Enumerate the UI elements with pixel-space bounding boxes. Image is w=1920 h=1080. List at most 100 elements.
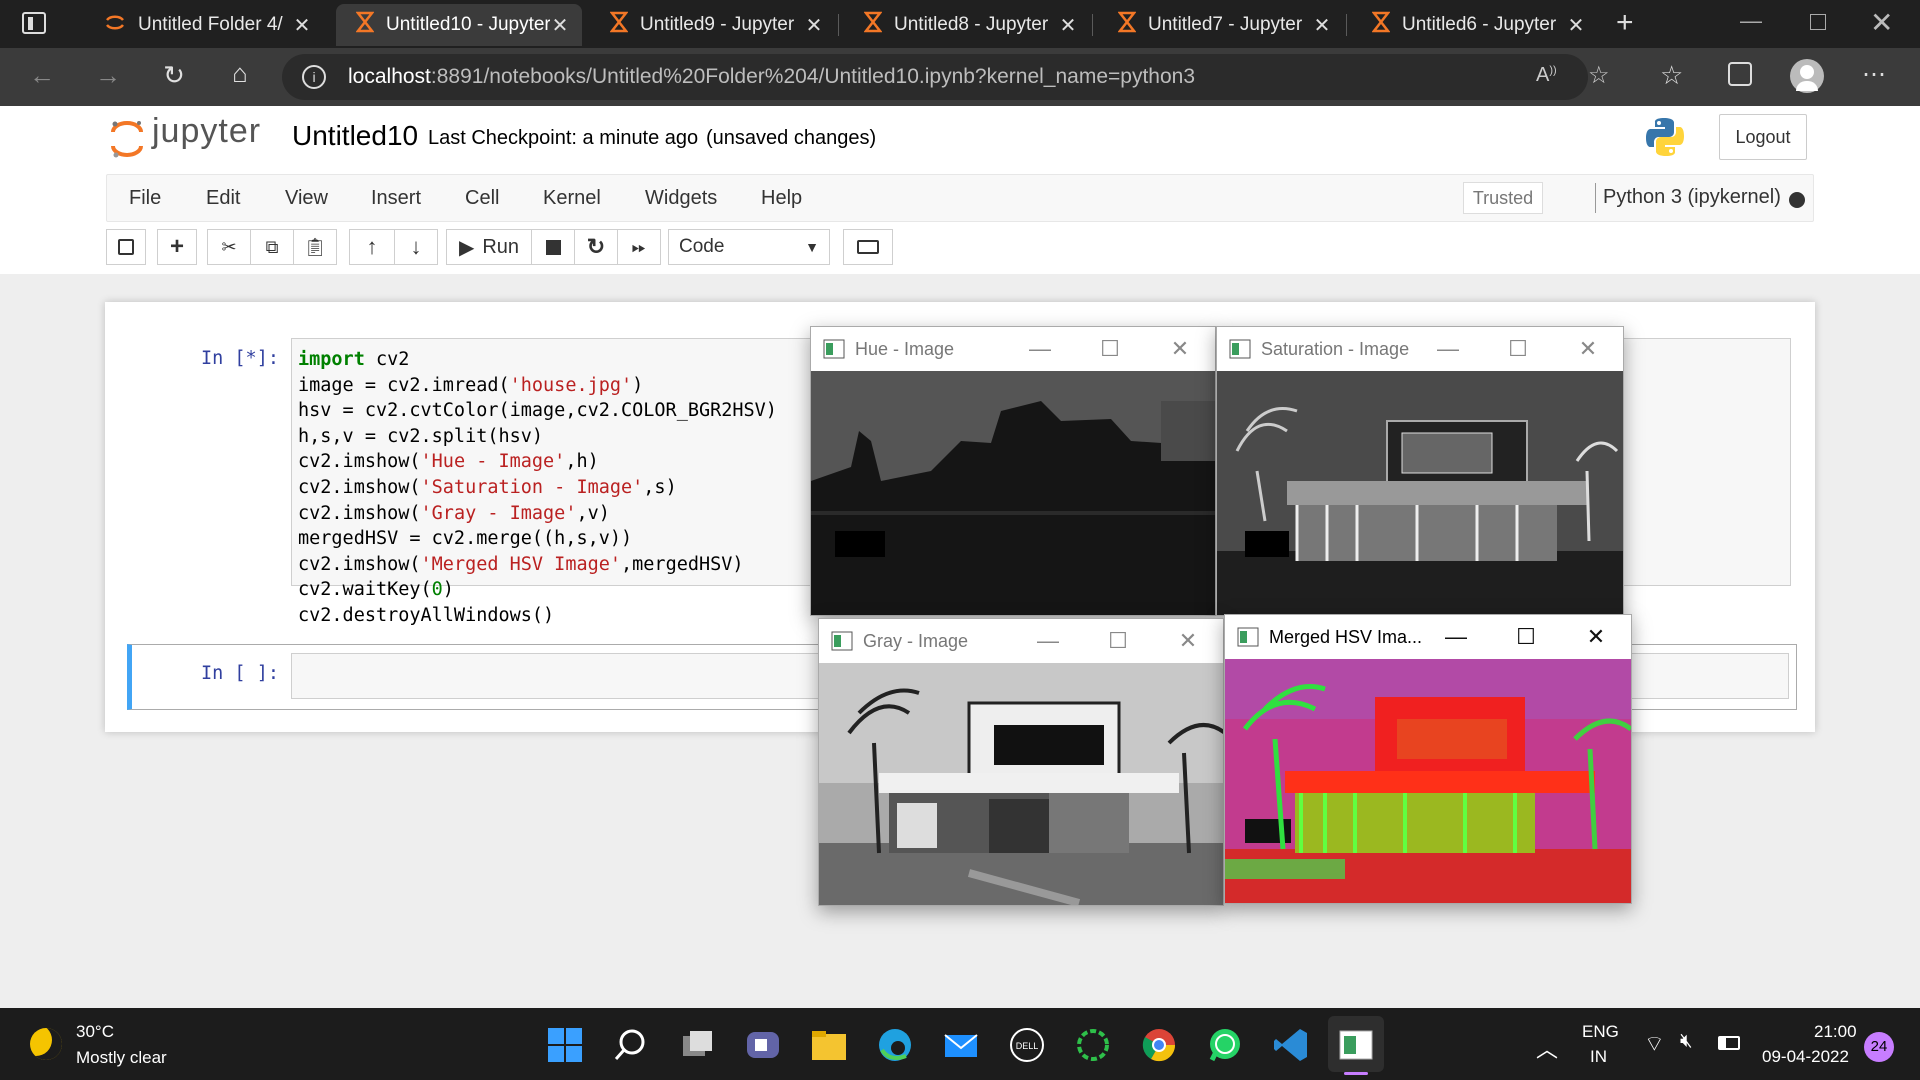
menu-view[interactable]: View <box>285 187 328 210</box>
window-title-bar[interactable]: Gray - Image — ☐ ✕ <box>819 619 1223 663</box>
tab-close-icon[interactable]: ✕ <box>292 13 312 38</box>
notification-badge[interactable]: 24 <box>1864 1032 1894 1062</box>
menu-kernel[interactable]: Kernel <box>543 187 601 210</box>
favorites-icon[interactable]: ☆ <box>1660 60 1683 91</box>
close-window-button[interactable]: ✕ <box>1870 6 1893 39</box>
logout-button[interactable]: Logout <box>1719 114 1807 160</box>
notebook-name[interactable]: Untitled10 <box>292 120 418 152</box>
browser-tab[interactable]: Untitled9 - Jupyter ✕ <box>590 4 836 46</box>
weather-description[interactable]: Mostly clear <box>76 1048 167 1068</box>
menu-cell[interactable]: Cell <box>465 187 499 210</box>
edge-browser-icon[interactable] <box>876 1026 914 1064</box>
cut-button[interactable]: ✂ <box>207 229 251 265</box>
weather-temperature[interactable]: 30°C <box>76 1022 114 1042</box>
volume-muted-icon[interactable]: 🔇︎ <box>1680 1030 1693 1053</box>
command-palette-button[interactable] <box>843 229 893 265</box>
tab-close-icon[interactable]: ✕ <box>550 13 570 38</box>
python-app-icon[interactable] <box>1337 1026 1375 1064</box>
back-button[interactable]: ← <box>22 60 62 91</box>
jupyter-logo-icon[interactable] <box>110 118 144 158</box>
paste-button[interactable]: 📋︎ <box>293 229 337 265</box>
dell-icon[interactable]: DELL <box>1008 1026 1046 1064</box>
maximize-button[interactable]: ☐ <box>1075 336 1145 362</box>
menu-file[interactable]: File <box>129 187 161 210</box>
move-up-button[interactable]: ↑ <box>349 229 395 265</box>
menu-widgets[interactable]: Widgets <box>645 187 717 210</box>
close-button[interactable]: ✕ <box>1153 628 1223 654</box>
browser-tab[interactable]: Untitled8 - Jupyter ✕ <box>844 4 1090 46</box>
teams-chat-icon[interactable] <box>744 1026 782 1064</box>
minimize-button[interactable]: — <box>1005 336 1075 362</box>
tab-close-icon[interactable]: ✕ <box>804 13 824 38</box>
window-title-bar[interactable]: Hue - Image — ☐ ✕ <box>811 327 1215 371</box>
chrome-icon[interactable] <box>1140 1026 1178 1064</box>
move-down-button[interactable]: ↓ <box>394 229 438 265</box>
more-options-icon[interactable]: ⋯ <box>1862 60 1886 89</box>
file-explorer-icon[interactable] <box>810 1026 848 1064</box>
weather-moon-icon[interactable] <box>30 1028 62 1060</box>
refresh-button[interactable]: ↻ <box>154 60 194 91</box>
restart-button[interactable]: ↻ <box>574 229 618 265</box>
tab-actions-icon[interactable] <box>22 12 46 34</box>
maximize-button[interactable]: ☐ <box>1483 336 1553 362</box>
menu-insert[interactable]: Insert <box>371 187 421 210</box>
minimize-button[interactable]: — <box>1413 336 1483 362</box>
browser-tab[interactable]: Untitled7 - Jupyter ✕ <box>1098 4 1344 46</box>
clock-time[interactable]: 21:00 <box>1814 1022 1857 1042</box>
minimize-button[interactable]: — <box>1740 8 1762 34</box>
mail-icon[interactable] <box>942 1026 980 1064</box>
save-button[interactable] <box>106 229 146 265</box>
cell-type-select[interactable]: Code ▼ <box>668 229 830 265</box>
maximize-button[interactable]: ☐ <box>1083 628 1153 654</box>
merged-hsv-image-window[interactable]: Merged HSV Ima... — ☐ ✕ <box>1224 614 1632 904</box>
show-hidden-icons[interactable]: ︿ <box>1536 1032 1558 1064</box>
maximize-button[interactable] <box>1810 14 1826 30</box>
home-button[interactable]: ⌂ <box>220 58 260 89</box>
insert-cell-button[interactable]: + <box>157 229 197 265</box>
menu-help[interactable]: Help <box>761 187 802 210</box>
kernel-name[interactable]: Python 3 (ipykernel) <box>1603 186 1781 209</box>
window-title-bar[interactable]: Merged HSV Ima... — ☐ ✕ <box>1225 615 1631 659</box>
search-icon[interactable] <box>612 1026 650 1064</box>
battery-icon[interactable] <box>1718 1036 1740 1050</box>
site-info-icon[interactable]: i <box>302 65 326 89</box>
wifi-icon[interactable]: ⌔ <box>1644 1030 1665 1058</box>
vscode-icon[interactable] <box>1272 1026 1310 1064</box>
maximize-button[interactable]: ☐ <box>1491 624 1561 650</box>
whatsapp-icon[interactable] <box>1206 1026 1244 1064</box>
new-tab-button[interactable]: + <box>1616 6 1634 40</box>
copy-button[interactable]: ⧉ <box>250 229 294 265</box>
tab-close-icon[interactable]: ✕ <box>1566 13 1586 38</box>
interrupt-button[interactable] <box>531 229 575 265</box>
run-button[interactable]: ▶ Run <box>446 229 532 265</box>
url-field[interactable]: i localhost:8891/notebooks/Untitled%20Fo… <box>282 54 1610 100</box>
spinner-app-icon[interactable] <box>1074 1026 1112 1064</box>
clock-date[interactable]: 09-04-2022 <box>1762 1047 1849 1067</box>
language-bottom[interactable]: IN <box>1590 1047 1607 1067</box>
hue-image-window[interactable]: Hue - Image — ☐ ✕ <box>810 326 1216 616</box>
tab-close-icon[interactable]: ✕ <box>1058 13 1078 38</box>
browser-tab[interactable]: Untitled10 - Jupyter ✕ <box>336 4 582 46</box>
minimize-button[interactable]: — <box>1013 628 1083 654</box>
restart-run-all-button[interactable]: ⏩︎ <box>617 229 661 265</box>
task-view-icon[interactable] <box>679 1026 717 1064</box>
close-button[interactable]: ✕ <box>1561 624 1631 650</box>
menu-edit[interactable]: Edit <box>206 187 240 210</box>
browser-tab[interactable]: Untitled Folder 4/ ✕ <box>84 4 324 46</box>
forward-button[interactable]: → <box>88 60 128 91</box>
gray-image-window[interactable]: Gray - Image — ☐ ✕ <box>818 618 1224 906</box>
close-button[interactable]: ✕ <box>1553 336 1623 362</box>
browser-tab[interactable]: Untitled6 - Jupyter ✕ <box>1352 4 1598 46</box>
window-title-bar[interactable]: Saturation - Image — ☐ ✕ <box>1217 327 1623 371</box>
language-top[interactable]: ENG <box>1582 1022 1619 1042</box>
collections-icon[interactable] <box>1728 62 1752 86</box>
trusted-indicator[interactable]: Trusted <box>1463 182 1543 214</box>
tab-close-icon[interactable]: ✕ <box>1312 13 1332 38</box>
read-aloud-icon[interactable]: A)) <box>1536 64 1557 87</box>
minimize-button[interactable]: — <box>1421 624 1491 650</box>
saturation-image-window[interactable]: Saturation - Image — ☐ ✕ <box>1216 326 1624 616</box>
add-favorite-icon[interactable]: ☆ <box>1588 61 1610 90</box>
close-button[interactable]: ✕ <box>1145 336 1215 362</box>
windows-start-icon[interactable] <box>546 1026 584 1064</box>
profile-avatar[interactable] <box>1790 59 1824 93</box>
